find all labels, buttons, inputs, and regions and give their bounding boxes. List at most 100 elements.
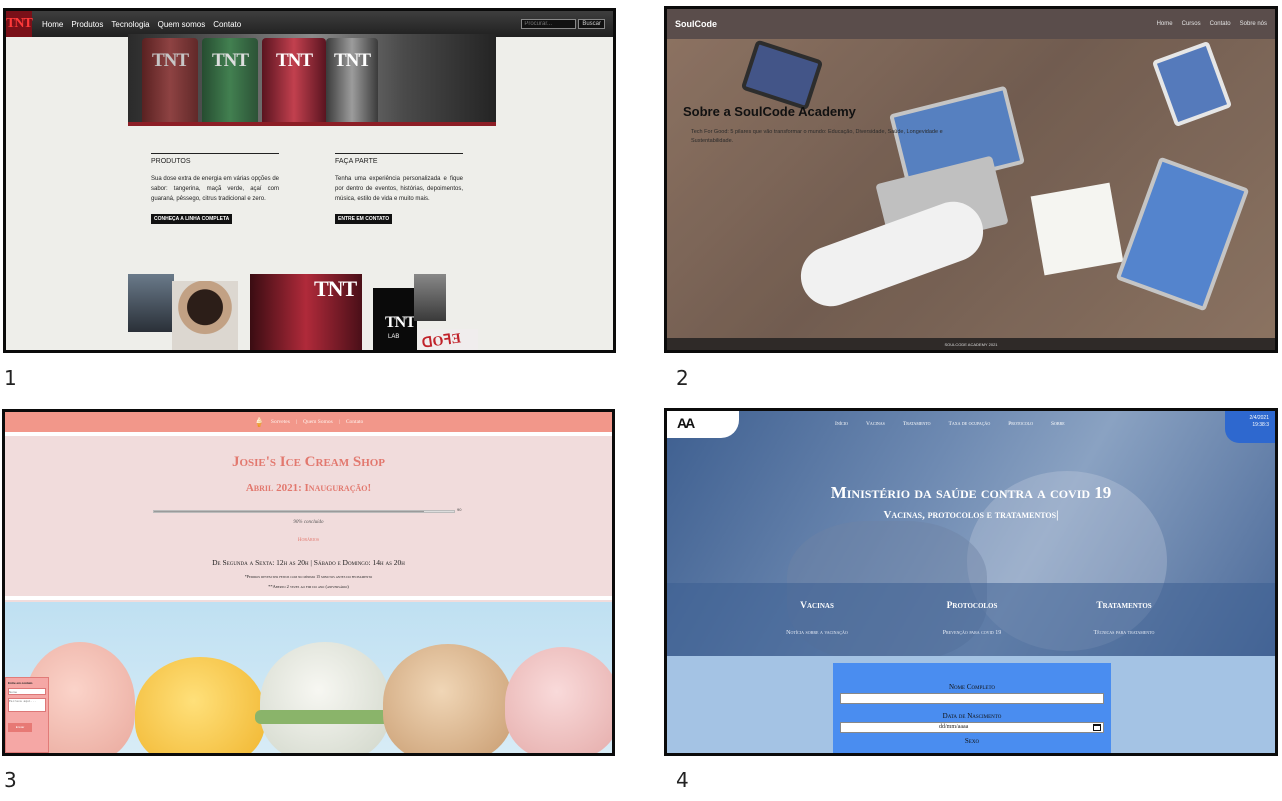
josie-navbar: 🍦 Sorvetes | Quem Somos | Contato <box>5 412 612 432</box>
scoop-mango <box>135 657 265 753</box>
tnt-logo[interactable]: TNT <box>6 11 33 37</box>
soulcode-nav-sobre[interactable]: Sobre nós <box>1240 21 1267 27</box>
ministerio-date: 2/4/2021 <box>1249 415 1269 421</box>
tnt-search: Buscar <box>521 19 605 29</box>
ministerio-nav-inicio[interactable]: Início <box>835 421 848 427</box>
soulcode-hero-photo <box>667 39 1275 344</box>
ministerio-nav-taxa[interactable]: Taxa de ocupação <box>948 421 990 427</box>
ice-cream-photo <box>5 602 612 753</box>
scoop-berry <box>505 647 612 753</box>
josie-nav-contato[interactable]: Contato <box>346 419 363 425</box>
soulcode-navbar: SoulCode Home Cursos Contato Sobre nós <box>667 9 1275 39</box>
scoop-cookie <box>383 644 513 753</box>
ministerio-nav-vacinas[interactable]: Vacinas <box>866 421 885 427</box>
ministerio-form: Nome Completo Data de Nascimento dd/mm/a… <box>833 663 1111 753</box>
josie-subtitle: Abril 2021: Inauguração! <box>245 482 372 494</box>
josie-title: Josie's Ice Cream Shop <box>231 454 386 470</box>
josie-form-title: Entre em contato <box>8 681 33 685</box>
josie-nav-quem-somos[interactable]: Quem Somos <box>303 419 333 425</box>
card-tratamentos: Tratamentos Técnicas para tratamento <box>1069 601 1179 639</box>
soulcode-nav-links: Home Cursos Contato Sobre nós <box>1157 21 1267 27</box>
ministerio-logo[interactable]: AA <box>667 411 739 438</box>
tnt-photo-graffiti: ᗡOꟻƎ <box>418 329 478 350</box>
josie-note-1: *Pedidos devem ser feitos com no mínimo … <box>244 574 373 579</box>
soulcode-site-screenshot: SoulCode Home Cursos Contato Sobre nós S… <box>664 6 1278 353</box>
tnt-lab-can-logo: TNT <box>385 314 416 331</box>
tnt-can-green: TNT <box>202 38 258 122</box>
tnt-nav-quem-somos[interactable]: Quem somos <box>158 20 206 29</box>
josie-progress-caption: 90% concluído <box>293 520 324 525</box>
card-vacinas: Vacinas Notícia sobre a vacinação <box>762 601 872 639</box>
tnt-card-produtos: PRODUTOS Sua dose extra de energia em vá… <box>151 153 279 225</box>
tnt-site-screenshot: TNT Home Produtos Tecnologia Quem somos … <box>3 8 616 353</box>
tnt-card-title: PRODUTOS <box>151 158 191 165</box>
soulcode-brand[interactable]: SoulCode <box>675 19 717 29</box>
screenshot-number-2: 2 <box>676 366 689 390</box>
tnt-can-pink: TNT <box>262 38 326 122</box>
name-label: Nome Completo <box>948 683 996 691</box>
josie-message-input[interactable] <box>8 698 46 712</box>
tnt-card-faca-parte: FAÇA PARTE Tenha uma experiência persona… <box>335 153 463 225</box>
tnt-nav-links: Home Produtos Tecnologia Quem somos Cont… <box>42 20 241 29</box>
tnt-nav-tecnologia[interactable]: Tecnologia <box>111 20 149 29</box>
tnt-hero-banner: TNT TNT TNT TNT <box>128 34 496 126</box>
tnt-nav-home[interactable]: Home <box>42 20 63 29</box>
screenshot-number-1: 1 <box>4 366 17 390</box>
nav-divider: | <box>338 419 340 425</box>
josie-progress-label: 90 <box>457 507 462 512</box>
tnt-photo-bw <box>414 274 446 321</box>
tnt-search-button[interactable]: Buscar <box>578 19 605 29</box>
josie-progress-bar <box>153 510 455 513</box>
name-input[interactable] <box>840 693 1104 704</box>
ministerio-cards: Vacinas Notícia sobre a vacinação Protoc… <box>667 583 1275 656</box>
josie-hours: De Segunda a Sexta: 12h as 20h | Sábado … <box>212 558 405 567</box>
josie-name-input[interactable] <box>8 688 46 695</box>
tnt-photo-lab-can: TNT LAB <box>373 288 417 350</box>
card-link[interactable]: Notícia sobre a vacinação <box>786 630 848 636</box>
card-protocolos: Protocolos Prevenção para covid 19 <box>917 601 1027 639</box>
ministerio-nav-tratamento[interactable]: Tratamento <box>903 421 931 427</box>
ministerio-subheading: Vacinas, protocolos e tratamentos| <box>883 509 1059 521</box>
soulcode-footer: SOULCODE ACADEMY 2021 <box>667 338 1275 350</box>
card-link[interactable]: Prevenção para covid 19 <box>943 630 1002 636</box>
tnt-card-button[interactable]: CONHEÇA A LINHA COMPLETA <box>151 214 233 224</box>
tnt-photo-man <box>128 274 174 332</box>
soulcode-heading: Sobre a SoulCode Academy <box>683 104 856 119</box>
ministerio-site-screenshot: AA Início Vacinas Tratamento Taxa de ocu… <box>664 408 1278 756</box>
scoop-pistachio <box>260 642 390 753</box>
calendar-icon[interactable] <box>1093 724 1101 731</box>
birth-label: Data de Nascimento <box>942 712 1002 720</box>
ice-cream-icon: 🍦 <box>253 416 265 427</box>
tnt-photo-woman <box>172 281 238 350</box>
soulcode-nav-home[interactable]: Home <box>1157 21 1173 27</box>
tnt-nav-contato[interactable]: Contato <box>213 20 241 29</box>
card-link[interactable]: Técnicas para tratamento <box>1094 630 1155 636</box>
soulcode-description: Tech For Good: 5 pilares que vão transfo… <box>691 129 943 144</box>
card-title: Tratamentos <box>1096 601 1152 611</box>
tnt-can-silver: TNT <box>326 38 378 122</box>
josie-contact-form: Entre em contato Enviar <box>5 677 49 753</box>
josie-send-button[interactable]: Enviar <box>8 722 32 732</box>
tnt-nav-produtos[interactable]: Produtos <box>71 20 103 29</box>
sex-label: Sexo <box>964 737 980 745</box>
ministerio-time: 19:38:3 <box>1252 422 1269 428</box>
tnt-lab-can-label: LAB <box>388 334 400 340</box>
tnt-search-input[interactable] <box>521 19 577 29</box>
tnt-card-button[interactable]: ENTRE EM CONTATO <box>335 214 393 224</box>
birth-date-input[interactable]: dd/mm/aaaa <box>840 722 1104 733</box>
tnt-photo-stage: TNT <box>250 274 362 350</box>
tnt-photo-sign: TNT <box>314 276 357 301</box>
ministerio-nav-sobre[interactable]: Sobre <box>1051 421 1065 427</box>
screenshot-number-4: 4 <box>676 768 689 792</box>
josie-note-2: **Aberto 2 vezes ao fim do ano (aniversá… <box>268 584 349 589</box>
tnt-can-red: TNT <box>142 38 198 122</box>
soulcode-nav-contato[interactable]: Contato <box>1210 21 1231 27</box>
josie-nav-sorvetes[interactable]: Sorvetes <box>271 419 290 425</box>
tnt-card-title: FAÇA PARTE <box>335 158 378 165</box>
soulcode-nav-cursos[interactable]: Cursos <box>1182 21 1201 27</box>
ministerio-nav-links: Início Vacinas Tratamento Taxa de ocupaç… <box>835 421 1065 427</box>
ministerio-heading: Ministério da saúde contra a covid 19 <box>830 483 1112 502</box>
ministerio-clock: 2/4/2021 19:38:3 <box>1225 411 1275 443</box>
card-title: Protocolos <box>946 601 998 611</box>
ministerio-nav-protocolo[interactable]: Protocolo <box>1008 421 1033 427</box>
